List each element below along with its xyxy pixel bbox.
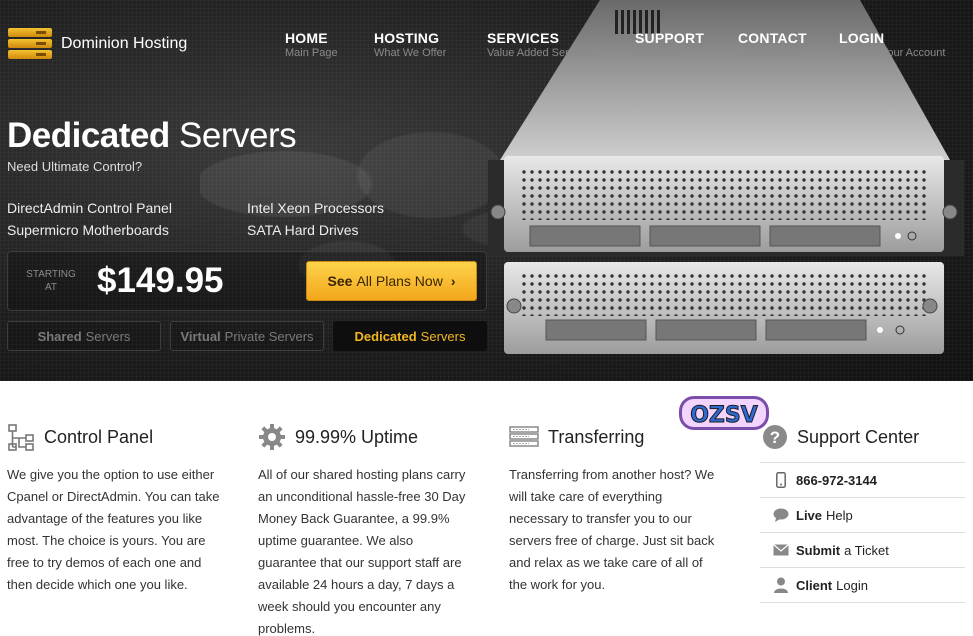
nav-home[interactable]: HOME Main Page <box>285 30 338 59</box>
tab-dedicated-servers[interactable]: Dedicated Servers <box>333 321 487 351</box>
submit-ticket-link[interactable]: Submit a Ticket <box>760 533 965 568</box>
starting-at-label: STARTING AT <box>26 269 76 293</box>
nav-hosting[interactable]: HOSTING What We Offer <box>374 30 446 59</box>
section-text: We give you the option to use either Cpa… <box>7 467 220 592</box>
nav-title: SERVICES <box>487 30 560 46</box>
tab-label: Private Servers <box>224 328 314 344</box>
nav-subtitle: Value Added Services <box>487 47 594 59</box>
nav-title: SUPPORT <box>635 30 705 46</box>
tab-label: Servers <box>85 328 131 344</box>
tab-label: Servers <box>420 328 466 344</box>
feature-item: Supermicro Motherboards <box>7 222 169 238</box>
link-label-bold: Client <box>796 577 833 593</box>
section-title: Control Panel <box>44 426 154 447</box>
link-label-bold: Live <box>796 507 823 523</box>
price-box: STARTING AT $149.95 See All Plans Now › <box>7 251 487 311</box>
feature-item: DirectAdmin Control Panel <box>7 200 172 216</box>
nav-subtitle: Login to Your Account <box>839 47 946 59</box>
nav-title: HOME <box>285 30 328 46</box>
section-title: 99.99% Uptime <box>295 426 419 447</box>
nav-subtitle: Main Page <box>285 47 338 59</box>
nav-subtitle: 24/7/365 <box>635 47 678 59</box>
phone-number-link[interactable]: 866-972-3144 <box>760 463 965 498</box>
control-panel-section: Control Panel We give you the option to … <box>7 422 222 596</box>
nav-support[interactable]: SUPPORT 24/7/365 <box>635 30 704 59</box>
tab-virtual-private-servers[interactable]: Virtual Private Servers <box>170 321 324 351</box>
section-text: All of our shared hosting plans carry an… <box>258 467 466 636</box>
support-center: ? Support Center 866-972-3144 Live Help … <box>760 422 965 603</box>
title-light: Servers <box>179 116 297 155</box>
link-label: Help <box>826 507 853 523</box>
nav-login[interactable]: LOGIN Login to Your Account <box>839 30 945 59</box>
svg-text:?: ? <box>770 428 780 447</box>
support-title: Support Center <box>797 426 920 447</box>
link-label: a Ticket <box>844 542 889 558</box>
uptime-section: 99.99% Uptime All of our shared hosting … <box>258 422 468 636</box>
brand-name: Dominion Hosting <box>61 35 188 52</box>
envelope-icon <box>772 541 790 559</box>
ozsv-sticker: OZSV <box>679 396 769 430</box>
feature-item: Intel Xeon Processors <box>247 200 384 216</box>
hero-banner: Dominion Hosting HOME Main Page HOSTING … <box>0 0 973 381</box>
sticker-text: OZSV <box>690 403 758 428</box>
button-label-bold: See <box>327 273 353 289</box>
tab-shared-servers[interactable]: Shared Servers <box>7 321 161 351</box>
chevron-right-icon: › <box>450 273 456 289</box>
sitemap-icon <box>8 424 34 451</box>
transferring-section: Transferring Transferring from another h… <box>509 422 724 596</box>
price-value: $149.95 <box>97 261 224 300</box>
server-stack-logo-icon <box>8 28 52 60</box>
tab-label-bold: Dedicated <box>354 328 417 344</box>
section-text: Transferring from another host? We will … <box>509 467 715 592</box>
nav-title: CONTACT <box>738 30 807 46</box>
client-login-link[interactable]: Client Login <box>760 568 965 603</box>
server-rack-icon <box>509 426 539 447</box>
phone-icon <box>772 471 790 489</box>
page-title: Dedicated Servers <box>7 116 297 156</box>
chat-bubble-icon <box>772 506 790 524</box>
user-icon <box>772 576 790 594</box>
tab-label-bold: Shared <box>37 328 82 344</box>
section-title: Transferring <box>548 426 645 447</box>
nav-subtitle: Call Us Now <box>738 47 799 59</box>
link-label: Login <box>836 577 868 593</box>
title-bold: Dedicated <box>7 116 170 155</box>
button-label: All Plans Now <box>356 273 443 289</box>
nav-services[interactable]: SERVICES Value Added Services <box>487 30 594 59</box>
link-label-bold: Submit <box>796 542 841 558</box>
page-subtitle: Need Ultimate Control? <box>7 159 143 174</box>
nav-subtitle: What We Offer <box>374 47 447 59</box>
nav-contact[interactable]: CONTACT Call Us Now <box>738 30 807 59</box>
see-all-plans-button[interactable]: See All Plans Now › <box>306 261 477 301</box>
feature-item: SATA Hard Drives <box>247 222 359 238</box>
question-circle-icon: ? <box>763 425 787 449</box>
nav-title: HOSTING <box>374 30 440 46</box>
live-help-link[interactable]: Live Help <box>760 498 965 533</box>
support-links: 866-972-3144 Live Help Submit a Ticket C… <box>760 462 965 603</box>
brand-logo[interactable]: Dominion Hosting <box>8 28 187 60</box>
nav-title: LOGIN <box>839 30 885 46</box>
link-label-bold: 866-972-3144 <box>796 472 877 488</box>
gear-icon <box>259 424 285 450</box>
tab-label-bold: Virtual <box>180 328 221 344</box>
